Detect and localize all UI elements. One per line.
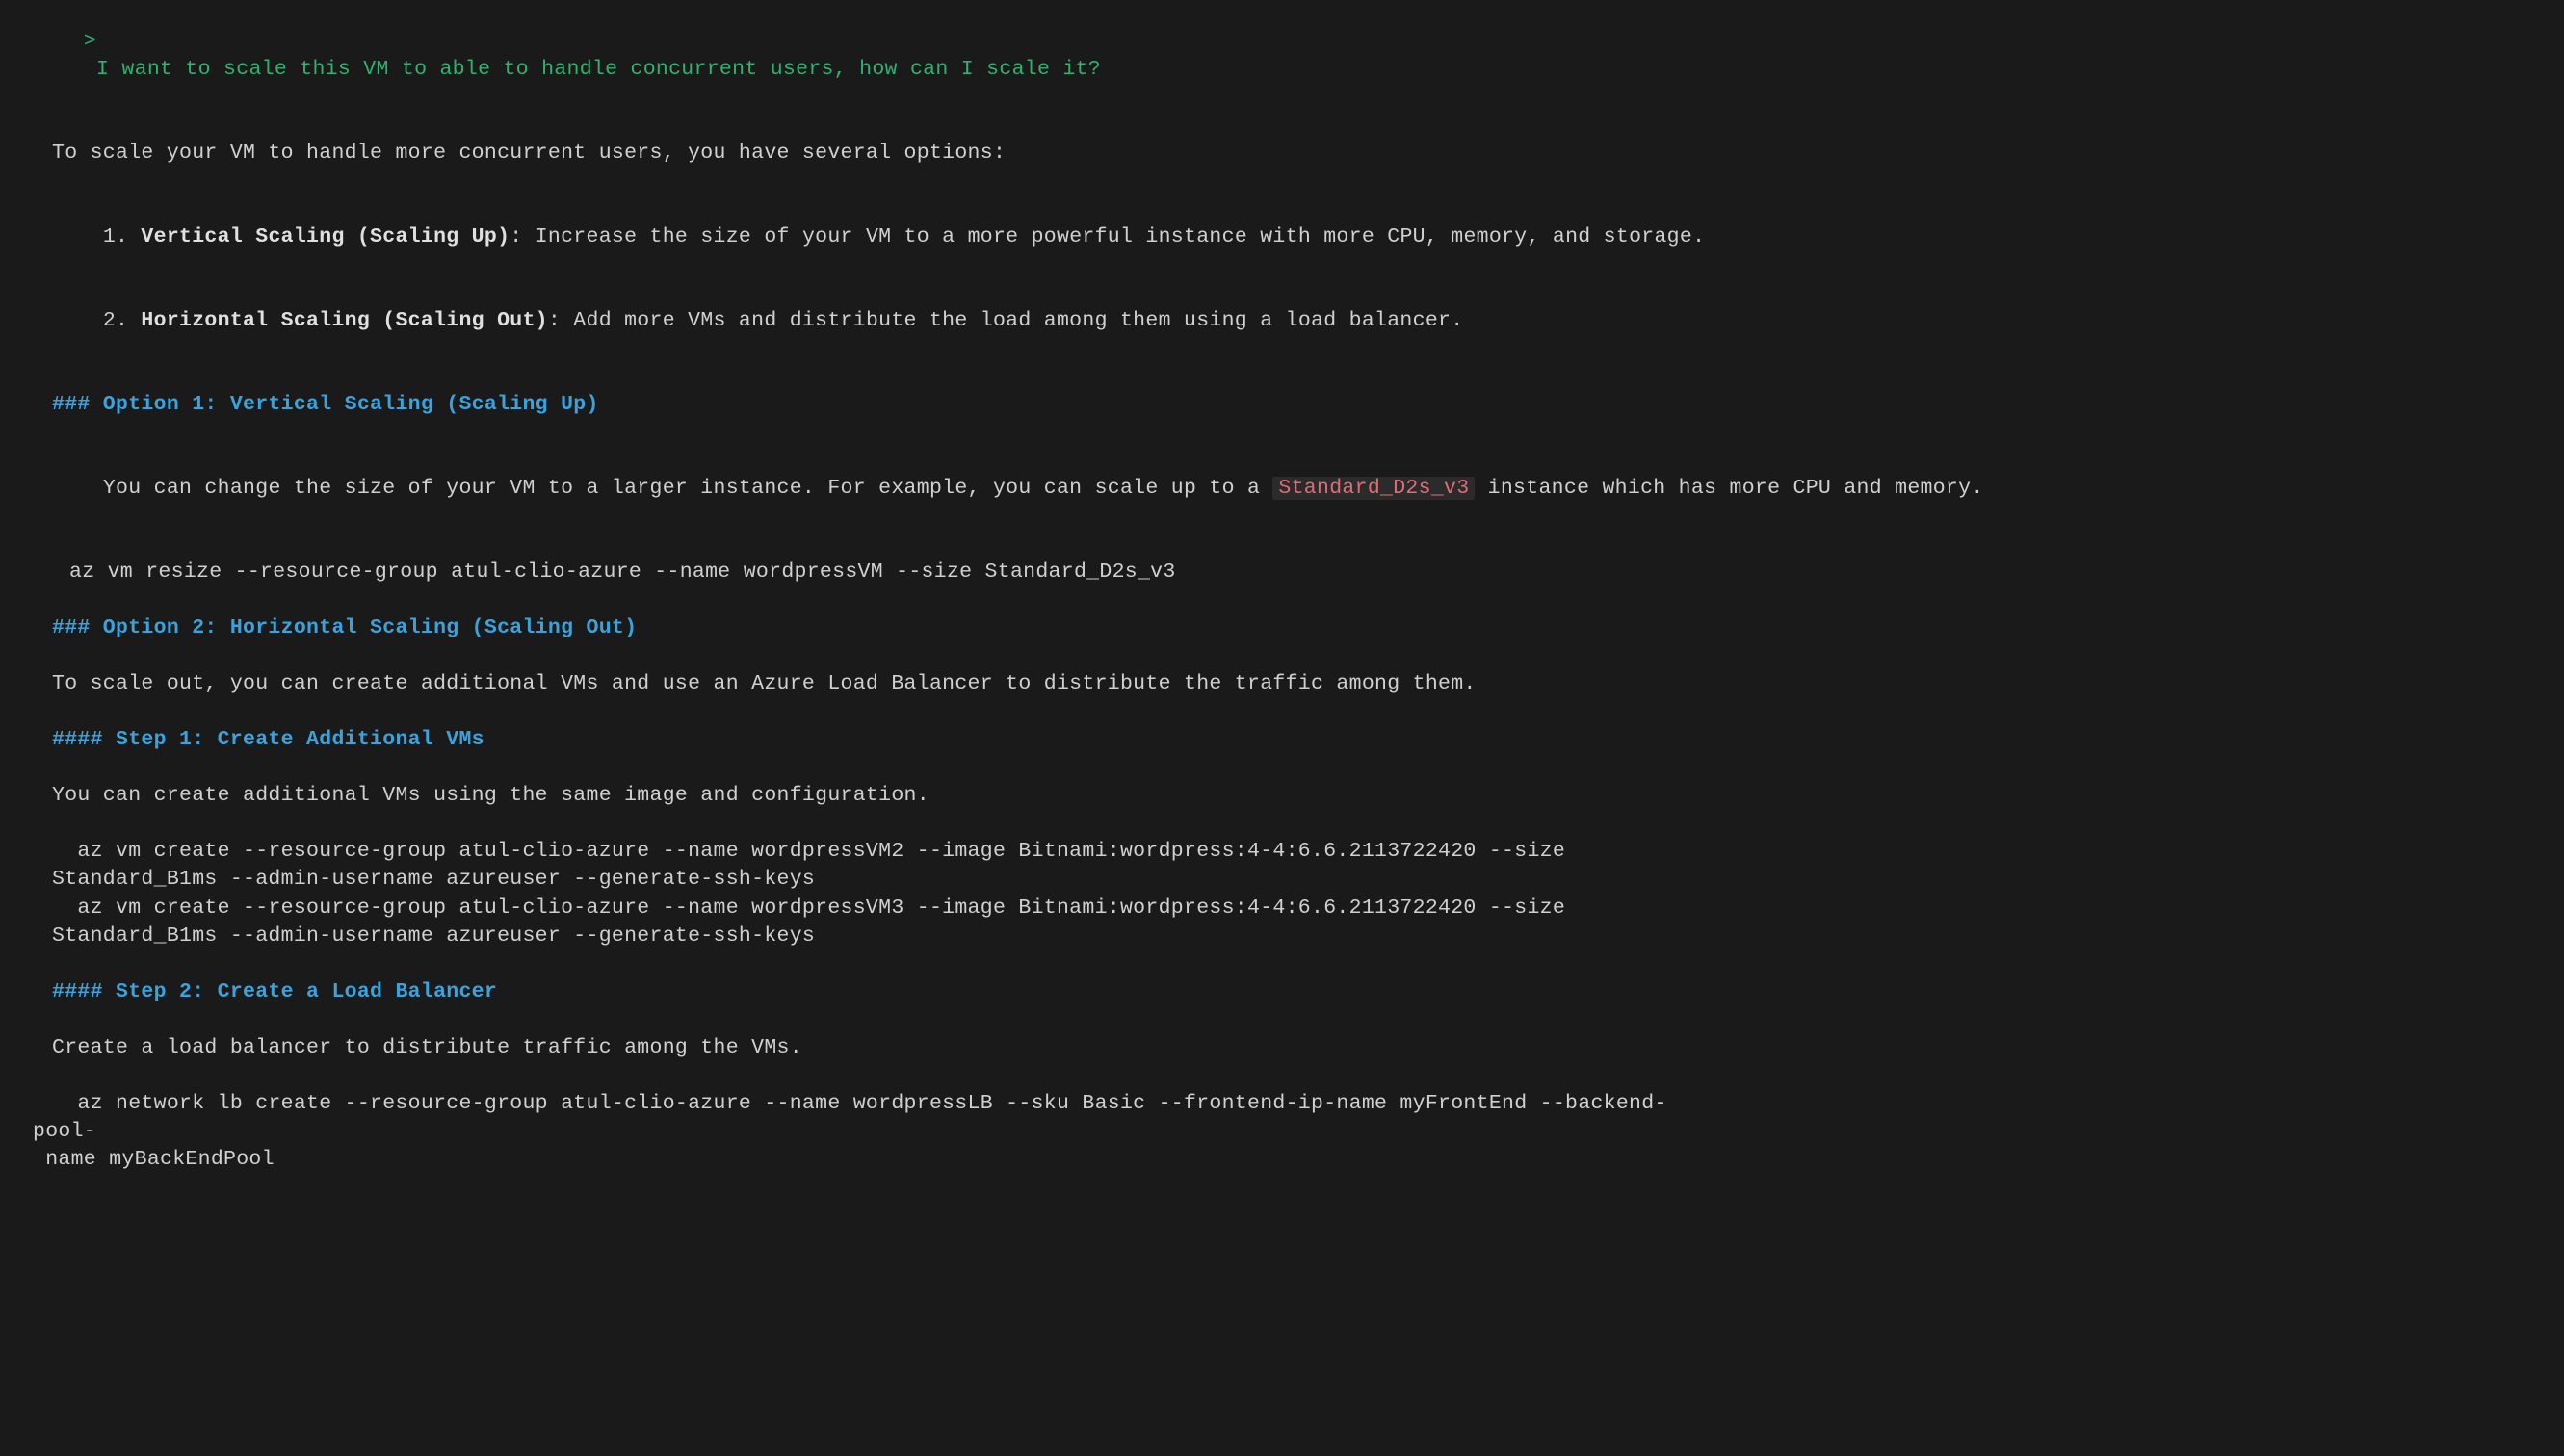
prompt-symbol: >	[84, 30, 96, 53]
blank-line	[13, 112, 2551, 140]
blank-line	[13, 586, 2551, 614]
blank-line	[13, 168, 2551, 195]
blank-line	[13, 754, 2551, 782]
step1-desc: You can create additional VMs using the …	[13, 782, 2551, 810]
opt1-desc-pre: You can change the size of your VM to a …	[103, 477, 1273, 500]
blank-line	[13, 531, 2551, 559]
cmd-az-lb-create-b: pool-	[13, 1118, 2551, 1146]
list-bold-1: Vertical Scaling (Scaling Up)	[141, 225, 510, 248]
option1-desc: You can change the size of your VM to a …	[13, 447, 2551, 531]
blank-line	[13, 419, 2551, 447]
list-num-1: 1.	[103, 225, 142, 248]
blank-line	[13, 698, 2551, 726]
blank-line	[13, 1062, 2551, 1090]
blank-line	[13, 950, 2551, 978]
terminal-output[interactable]: > I want to scale this VM to able to han…	[0, 0, 2564, 1189]
heading-option-1: ### Option 1: Vertical Scaling (Scaling …	[13, 391, 2551, 419]
opt1-desc-post: instance which has more CPU and memory.	[1475, 477, 1983, 500]
list-item-2: 2. Horizontal Scaling (Scaling Out): Add…	[13, 279, 2551, 363]
heading-step-1: #### Step 1: Create Additional VMs	[13, 726, 2551, 754]
inline-code-vm-size: Standard_D2s_v3	[1272, 477, 1475, 500]
blank-line	[13, 363, 2551, 391]
cmd-az-lb-create-a: az network lb create --resource-group at…	[13, 1090, 2551, 1118]
user-input-text: I want to scale this VM to able to handl…	[96, 58, 1101, 81]
cmd-az-vm-create-2a: az vm create --resource-group atul-clio-…	[13, 838, 2551, 866]
step2-desc: Create a load balancer to distribute tra…	[13, 1034, 2551, 1062]
cmd-az-vm-create-3a: az vm create --resource-group atul-clio-…	[13, 895, 2551, 923]
option2-desc: To scale out, you can create additional …	[13, 670, 2551, 698]
blank-line	[13, 1006, 2551, 1034]
cmd-az-vm-resize: az vm resize --resource-group atul-clio-…	[13, 559, 2551, 586]
list-rest-1: : Increase the size of your VM to a more…	[510, 225, 1705, 248]
list-rest-2: : Add more VMs and distribute the load a…	[548, 309, 1464, 332]
blank-line	[13, 810, 2551, 838]
list-bold-2: Horizontal Scaling (Scaling Out)	[141, 309, 547, 332]
blank-line	[13, 642, 2551, 670]
cmd-az-lb-create-c: name myBackEndPool	[13, 1146, 2551, 1174]
user-prompt-line: > I want to scale this VM to able to han…	[13, 0, 2551, 112]
list-num-2: 2.	[103, 309, 142, 332]
intro-text: To scale your VM to handle more concurre…	[13, 140, 2551, 168]
cmd-az-vm-create-3b: Standard_B1ms --admin-username azureuser…	[13, 923, 2551, 950]
list-item-1: 1. Vertical Scaling (Scaling Up): Increa…	[13, 195, 2551, 279]
heading-option-2: ### Option 2: Horizontal Scaling (Scalin…	[13, 614, 2551, 642]
cmd-az-vm-create-2b: Standard_B1ms --admin-username azureuser…	[13, 866, 2551, 894]
heading-step-2: #### Step 2: Create a Load Balancer	[13, 978, 2551, 1006]
